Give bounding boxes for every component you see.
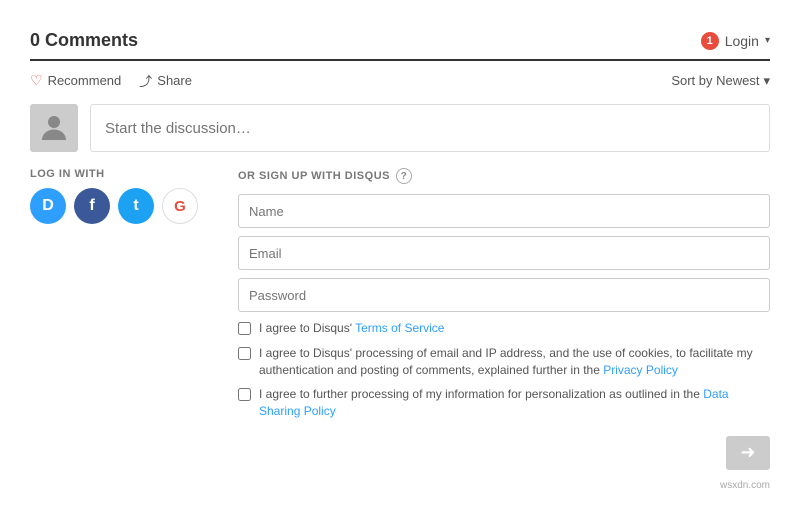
- checkbox-row-1: I agree to Disqus' Terms of Service: [238, 320, 770, 337]
- checkbox-privacy-text: I agree to Disqus' processing of email a…: [259, 345, 770, 379]
- submit-row: ➜: [238, 436, 770, 470]
- privacy-link[interactable]: Privacy Policy: [603, 363, 678, 377]
- checkbox-tos-text: I agree to Disqus' Terms of Service: [259, 320, 444, 337]
- share-button[interactable]: ⤴ Share: [139, 71, 192, 90]
- social-icons: D f t G: [30, 188, 198, 224]
- login-section-label: LOG IN WITH: [30, 168, 105, 180]
- login-link[interactable]: Login: [725, 33, 759, 49]
- password-input[interactable]: [238, 278, 770, 312]
- log-in-with: LOG IN WITH D f t G: [30, 168, 198, 470]
- signin-section: LOG IN WITH D f t G OR SIGN UP WITH DISQ…: [30, 168, 770, 470]
- comments-count: 0 Comments: [30, 30, 138, 51]
- comment-input-row: [30, 104, 770, 152]
- toolbar-row: ♡ Recommend ⤴ Share Sort by Newest ▾: [30, 71, 770, 90]
- disqus-widget: 0 Comments 1 Login ▾ ♡ Recommend ⤴ Share…: [10, 20, 790, 501]
- avatar-icon: [36, 110, 72, 146]
- heart-icon: ♡: [30, 72, 43, 89]
- recommend-label: Recommend: [48, 73, 122, 88]
- submit-button[interactable]: ➜: [726, 436, 770, 470]
- signup-section: OR SIGN UP WITH DISQUS ? I agree to Disq…: [238, 168, 770, 470]
- email-input[interactable]: [238, 236, 770, 270]
- checkbox-tos[interactable]: [238, 322, 251, 335]
- checkbox-row-3: I agree to further processing of my info…: [238, 386, 770, 420]
- checkbox-privacy[interactable]: [238, 347, 251, 360]
- share-icon: ⤴: [139, 71, 152, 90]
- header-row: 0 Comments 1 Login ▾: [30, 30, 770, 61]
- share-label: Share: [157, 73, 192, 88]
- signup-label: OR SIGN UP WITH DISQUS ?: [238, 168, 770, 184]
- name-input[interactable]: [238, 194, 770, 228]
- google-icon[interactable]: G: [162, 188, 198, 224]
- help-icon[interactable]: ?: [396, 168, 412, 184]
- facebook-icon[interactable]: f: [74, 188, 110, 224]
- login-badge: 1: [701, 32, 719, 50]
- disqus-icon[interactable]: D: [30, 188, 66, 224]
- sort-label: Sort by Newest: [671, 73, 759, 88]
- login-area: 1 Login ▾: [701, 32, 770, 50]
- checkbox-data-sharing-text: I agree to further processing of my info…: [259, 386, 770, 420]
- sort-chevron: ▾: [763, 73, 770, 89]
- comment-input[interactable]: [90, 104, 770, 152]
- twitter-icon[interactable]: t: [118, 188, 154, 224]
- recommend-button[interactable]: ♡ Recommend: [30, 72, 121, 89]
- sort-area[interactable]: Sort by Newest ▾: [671, 73, 770, 89]
- watermark: wsxdn.com: [30, 480, 770, 491]
- toolbar-left: ♡ Recommend ⤴ Share: [30, 71, 192, 90]
- avatar: [30, 104, 78, 152]
- checkbox-data-sharing[interactable]: [238, 388, 251, 401]
- checkbox-row-2: I agree to Disqus' processing of email a…: [238, 345, 770, 379]
- tos-link[interactable]: Terms of Service: [355, 321, 444, 335]
- login-chevron: ▾: [765, 35, 770, 46]
